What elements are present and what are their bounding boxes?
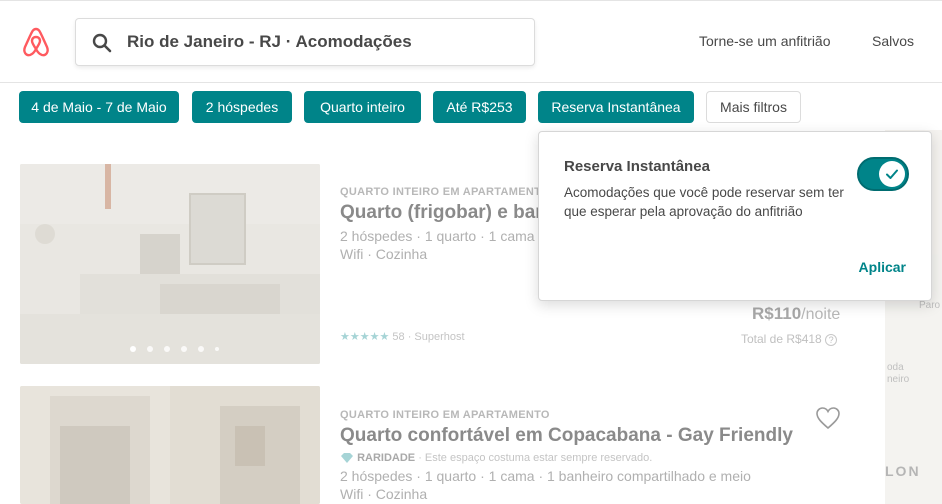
review-count: 58 xyxy=(392,331,405,343)
airbnb-logo-icon[interactable] xyxy=(20,26,52,58)
become-host-link[interactable]: Torne-se um anfitrião xyxy=(699,33,831,49)
listing-rating: ★★★★★ 58 · Superhost xyxy=(340,331,465,343)
carousel-dot[interactable] xyxy=(215,347,219,351)
listing-info: QUARTO INTEIRO EM APARTAMENTO Quarto (fr… xyxy=(340,186,550,262)
listing-details: 2 hóspedes · 1 quarto · 1 cama · xyxy=(340,228,544,244)
instant-book-toggle[interactable] xyxy=(857,157,909,191)
apply-button[interactable]: Aplicar xyxy=(859,259,906,275)
map-label: Paro xyxy=(919,300,941,311)
map-label: oda xyxy=(887,362,904,373)
room-photo-illustration xyxy=(20,386,320,504)
listing-details: 2 hóspedes · 1 quarto · 1 cama · 1 banhe… xyxy=(340,468,751,484)
listing-info: QUARTO INTEIRO EM APARTAMENTO Quarto con… xyxy=(340,409,793,502)
listing-card[interactable]: QUARTO INTEIRO EM APARTAMENTO Quarto con… xyxy=(20,386,885,504)
search-input-value[interactable]: Rio de Janeiro - RJ · Acomodações xyxy=(127,32,412,52)
price-value: R$110 xyxy=(752,304,802,323)
rarity-label: RARIDADE xyxy=(357,452,416,464)
saved-link[interactable]: Salvos xyxy=(872,33,914,49)
toggle-knob xyxy=(879,161,905,187)
diamond-icon xyxy=(340,453,354,464)
rating-stars: ★★★★★ xyxy=(340,331,390,343)
listing-total: Total de R$418 ? xyxy=(741,332,838,346)
rarity-text: · Este espaço costuma estar sempre reser… xyxy=(418,452,653,464)
room-type-filter-button[interactable]: Quarto inteiro xyxy=(304,91,421,123)
checkmark-icon xyxy=(886,169,898,179)
superhost-badge: Superhost xyxy=(414,331,465,343)
popover-description: Acomodações que você pode reservar sem t… xyxy=(564,185,844,219)
listing-title[interactable]: Quarto (frigobar) e ban xyxy=(340,202,550,224)
guests-filter-button[interactable]: 2 hóspedes xyxy=(192,91,292,123)
instant-book-popover: Reserva Instantânea Acomodações que você… xyxy=(538,131,932,301)
total-price: Total de R$418 xyxy=(741,332,822,346)
listing-photo[interactable] xyxy=(20,386,320,504)
listing-kicker: QUARTO INTEIRO EM APARTAMENTO xyxy=(340,186,550,198)
listing-price: R$110/noite xyxy=(752,304,840,324)
top-border xyxy=(0,0,942,1)
listing-kicker: QUARTO INTEIRO EM APARTAMENTO xyxy=(340,409,550,421)
price-filter-button[interactable]: Até R$253 xyxy=(433,91,526,123)
carousel-dot[interactable] xyxy=(147,346,153,352)
carousel-dot[interactable] xyxy=(130,346,136,352)
rarity-note: RARIDADE · Este espaço costuma estar sem… xyxy=(340,452,793,464)
carousel-dot[interactable] xyxy=(164,346,170,352)
dates-filter-button[interactable]: 4 de Maio - 7 de Maio xyxy=(19,91,179,123)
listing-title[interactable]: Quarto confortável em Copacabana - Gay F… xyxy=(340,425,793,447)
search-box[interactable]: Rio de Janeiro - RJ · Acomodações xyxy=(75,18,535,66)
popover-title: Reserva Instantânea xyxy=(564,158,710,175)
instant-book-filter-button[interactable]: Reserva Instantânea xyxy=(538,91,694,123)
map-label: neiro xyxy=(887,374,910,385)
carousel-dot[interactable] xyxy=(198,346,204,352)
room-photo-illustration xyxy=(20,164,320,364)
listing-amenities: Wifi · Cozinha xyxy=(340,246,428,262)
price-per: /noite xyxy=(801,306,841,323)
map-label: LON xyxy=(885,463,921,479)
search-icon xyxy=(92,33,112,53)
heart-icon[interactable] xyxy=(815,406,841,430)
carousel-dot[interactable] xyxy=(181,346,187,352)
listing-amenities: Wifi · Cozinha xyxy=(340,486,428,502)
listing-photo[interactable] xyxy=(20,164,320,364)
top-bar: Rio de Janeiro - RJ · Acomodações Torne-… xyxy=(0,0,942,83)
info-icon[interactable]: ? xyxy=(825,333,838,346)
more-filters-button[interactable]: Mais filtros xyxy=(706,91,801,123)
